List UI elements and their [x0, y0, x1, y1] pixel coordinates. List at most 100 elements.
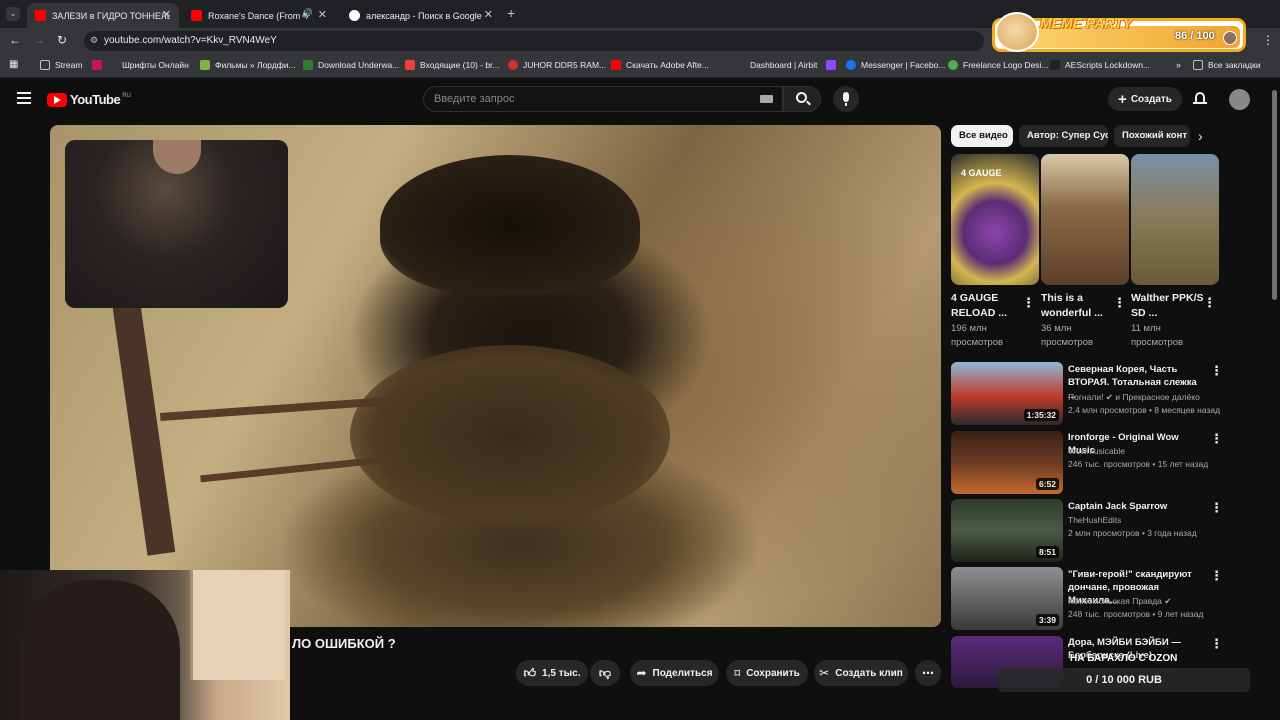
- site-info-icon[interactable]: ⚙: [90, 35, 98, 46]
- bookmark-favicon-icon: [735, 60, 745, 70]
- tab-close-icon[interactable]: ✕: [484, 8, 493, 21]
- bookmark-messenger[interactable]: Messenger | Facebo...: [846, 60, 945, 70]
- short-thumbnail[interactable]: 4 GAUGE: [951, 154, 1039, 285]
- meme-title: MEME PARTY: [1040, 15, 1133, 31]
- short-menu-icon[interactable]: ⋮: [1022, 295, 1035, 311]
- bookmark-download[interactable]: Download Underwa...: [303, 60, 399, 70]
- search-button[interactable]: [783, 86, 821, 112]
- thumbs-up-icon: 👍︎: [523, 665, 537, 680]
- bookmark-freelance[interactable]: Freelance Logo Desi...: [948, 60, 1049, 70]
- gmail-icon: [405, 60, 415, 70]
- person-silhouette-icon: [20, 580, 180, 720]
- chevron-right-icon[interactable]: ›: [1198, 128, 1203, 144]
- hamburger-menu-icon[interactable]: [17, 92, 31, 104]
- cave-pillar-decoration: [112, 304, 176, 556]
- short-title[interactable]: Walther PPK/S SD ...: [1131, 291, 1207, 321]
- more-actions-button[interactable]: ⋯: [915, 660, 941, 686]
- short-title[interactable]: 4 GAUGE RELOAD ...: [951, 291, 1027, 321]
- plus-icon: +: [1118, 90, 1127, 108]
- tab-google[interactable]: александр - Поиск в Google ✕: [341, 3, 501, 28]
- all-bookmarks[interactable]: Все закладки: [1193, 60, 1261, 70]
- channel-name[interactable]: Комсомольская Правда ✔: [1068, 596, 1218, 607]
- short-title[interactable]: This is a wonderful ...: [1041, 291, 1117, 321]
- folder-icon: [40, 60, 50, 70]
- video-menu-icon[interactable]: ⋮: [1210, 363, 1223, 379]
- dislike-button[interactable]: 👎︎: [590, 660, 620, 686]
- tab-label: ЗАЛЕЗИ в ГИДРО ТОННЕЛЬ!: [52, 10, 170, 21]
- tab-close-icon[interactable]: ✕: [318, 8, 327, 21]
- menu-icon[interactable]: ⋮: [1262, 33, 1274, 47]
- person-face-icon: [153, 140, 201, 174]
- short-views: 11 млн просмотров: [1131, 323, 1184, 348]
- video-menu-icon[interactable]: ⋮: [1210, 500, 1223, 516]
- youtube-logo[interactable]: YouTube RU: [47, 92, 131, 107]
- bookmark-favicon-icon: [1050, 60, 1060, 70]
- keyboard-icon[interactable]: [760, 95, 773, 103]
- bookmark-ram[interactable]: JUHOR DDR5 RAM...: [508, 60, 606, 70]
- video-thumbnail[interactable]: 3:39: [951, 567, 1063, 630]
- video-menu-icon[interactable]: ⋮: [1210, 636, 1223, 652]
- voice-search-button[interactable]: [833, 86, 859, 112]
- bookmark-airbit[interactable]: Dashboard | Airbit: [735, 60, 817, 70]
- bookmark-stream[interactable]: Stream: [40, 60, 82, 70]
- more-bookmarks-icon[interactable]: »: [1176, 60, 1181, 70]
- meme-count: 86 / 100: [1175, 30, 1215, 42]
- bookmark-aescripts[interactable]: AEScripts Lockdown...: [1050, 60, 1150, 70]
- back-icon[interactable]: ←: [9, 33, 21, 47]
- bookmark-fonts[interactable]: Шрифты Онлайн: [92, 60, 189, 70]
- donation-goal-bar: 0 / 10 000 RUB: [998, 668, 1250, 692]
- short-menu-icon[interactable]: ⋮: [1203, 295, 1216, 311]
- short-menu-icon[interactable]: ⋮: [1113, 295, 1126, 311]
- short-views: 36 млн просмотров: [1041, 323, 1094, 348]
- save-button[interactable]: ⌑ Сохранить: [726, 660, 808, 686]
- apps-grid-icon[interactable]: ▦: [9, 59, 18, 70]
- tab-close-icon[interactable]: ✕: [162, 8, 171, 21]
- folder-icon: [1193, 60, 1203, 70]
- like-button[interactable]: 👍︎ 1,5 тыс.: [516, 660, 588, 686]
- bookmarks-bar: ▦ Stream Шрифты Онлайн Фильмы » Лордфи..…: [0, 54, 1280, 78]
- chip-all-videos[interactable]: Все видео: [951, 125, 1013, 147]
- video-title[interactable]: Captain Jack Sparrow: [1068, 500, 1204, 513]
- audio-icon[interactable]: 🔊: [302, 8, 313, 19]
- bookmark-favicon-icon: [948, 60, 958, 70]
- channel-name[interactable]: TheHushEdits: [1068, 515, 1218, 525]
- bookmark-favicon-icon: [200, 60, 210, 70]
- video-thumbnail[interactable]: 6:52: [951, 431, 1063, 494]
- notifications-bell-icon[interactable]: [1193, 91, 1207, 106]
- meme-avatar-icon: [1223, 31, 1237, 45]
- forward-icon[interactable]: →: [33, 33, 45, 47]
- create-button[interactable]: + Создать: [1108, 87, 1182, 111]
- short-thumbnail[interactable]: [1041, 154, 1129, 285]
- video-thumbnail[interactable]: 1:35:32: [951, 362, 1063, 425]
- channel-name[interactable]: Погнали! ✔ и Прекрасное далёко: [1068, 392, 1218, 403]
- url-field[interactable]: ⚙ youtube.com/watch?v=Kkv_RVN4WeY: [84, 31, 984, 51]
- bookmark-adobe[interactable]: Скачать Adobe Afte...: [611, 60, 709, 70]
- bookmark-twitch[interactable]: [826, 60, 847, 70]
- channel-name[interactable]: Wowmusicable: [1068, 446, 1218, 456]
- reload-icon[interactable]: ↻: [57, 33, 67, 47]
- video-menu-icon[interactable]: ⋮: [1210, 568, 1223, 584]
- share-button[interactable]: ➦ Поделиться: [630, 660, 719, 686]
- page-scrollbar[interactable]: [1272, 90, 1277, 300]
- video-menu-icon[interactable]: ⋮: [1210, 431, 1223, 447]
- video-meta: 246 тыс. просмотров • 15 лет назад: [1068, 459, 1209, 469]
- chip-author[interactable]: Автор: Супер Сус: [1019, 125, 1108, 147]
- tab-roxane[interactable]: Roxane's Dance (From "Ale 🔊 ✕: [183, 3, 335, 28]
- new-tab-button[interactable]: +: [507, 5, 515, 21]
- youtube-favicon-icon: [35, 10, 46, 21]
- video-thumbnail[interactable]: 8:51: [951, 499, 1063, 562]
- bookmark-gmail[interactable]: Входящие (10) - br...: [405, 60, 500, 70]
- facebook-icon: [846, 60, 856, 70]
- account-avatar[interactable]: [1229, 89, 1250, 110]
- video-meta: 2 млн просмотров • 3 года назад: [1068, 528, 1197, 538]
- short-thumbnail[interactable]: [1131, 154, 1219, 285]
- ozon-banner-text: НА БАРАХЛО С OZON: [1070, 653, 1178, 664]
- clip-button[interactable]: ✂ Создать клип: [814, 660, 908, 686]
- bookmark-films[interactable]: Фильмы » Лордфи...: [200, 60, 296, 70]
- tab-search-icon[interactable]: ⌄: [6, 7, 20, 21]
- tab-active[interactable]: ЗАЛЕЗИ в ГИДРО ТОННЕЛЬ! ✕: [27, 3, 179, 28]
- search-input[interactable]: Введите запрос: [423, 86, 783, 112]
- tab-label: Roxane's Dance (From "Ale: [208, 10, 308, 21]
- tab-label: александр - Поиск в Google: [366, 10, 482, 21]
- chip-related[interactable]: Похожий конт: [1114, 125, 1190, 147]
